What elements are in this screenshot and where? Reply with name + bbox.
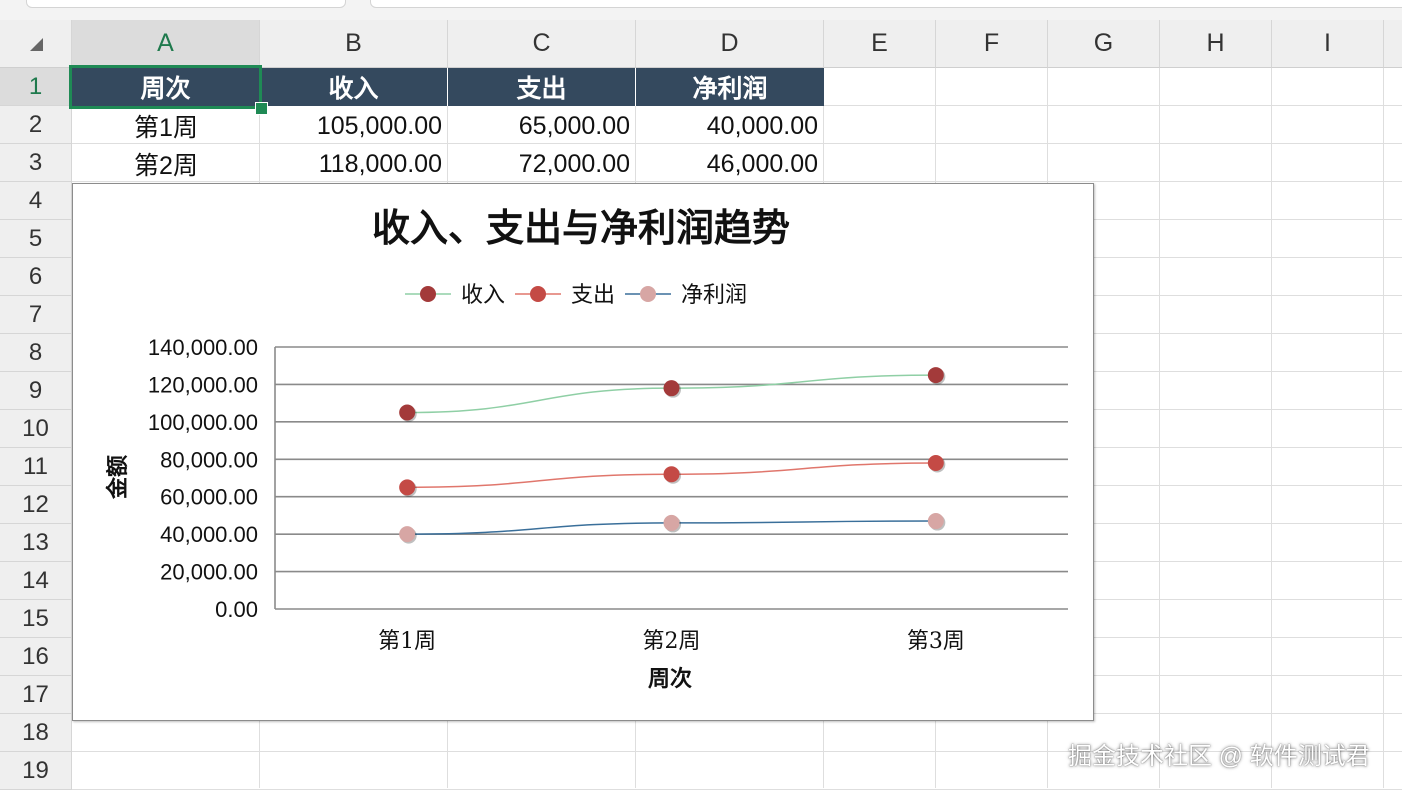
- data-point: [399, 526, 416, 543]
- data-point: [399, 479, 416, 496]
- row-header-16[interactable]: 16: [0, 638, 72, 676]
- column-header-f[interactable]: F: [936, 20, 1048, 68]
- row-header-12[interactable]: 12: [0, 486, 72, 524]
- active-cell-selection[interactable]: [69, 65, 262, 109]
- column-header-next[interactable]: [1384, 20, 1402, 68]
- select-all-icon: [30, 38, 43, 51]
- column-header-e[interactable]: E: [824, 20, 936, 68]
- legend-label: 净利润: [681, 283, 747, 308]
- x-tick-label: 第2周: [643, 629, 701, 654]
- y-axis-title: 金额: [105, 455, 131, 500]
- cell-b2[interactable]: 105,000.00: [260, 107, 448, 145]
- header-cell-net-profit[interactable]: 净利润: [636, 68, 824, 106]
- data-point: [927, 513, 944, 530]
- row-header-14[interactable]: 14: [0, 562, 72, 600]
- y-tick-label: 120,000.00: [148, 372, 258, 397]
- y-axis-ticks: 0.00 20,000.00 40,000.00 60,000.00 80,000.00…: [148, 335, 258, 622]
- grid-column-line: [1383, 68, 1384, 788]
- select-all-corner[interactable]: [0, 20, 72, 68]
- chart-title: 收入、支出与净利润趋势: [372, 205, 790, 250]
- legend-label: 收入: [461, 283, 505, 308]
- row-header-19[interactable]: 19: [0, 752, 72, 790]
- column-header-d[interactable]: D: [636, 20, 824, 68]
- formula-bar[interactable]: [370, 0, 1402, 8]
- legend-label: 支出: [571, 283, 615, 308]
- data-point: [663, 514, 680, 531]
- column-header-h[interactable]: H: [1160, 20, 1272, 68]
- cell-c2[interactable]: 65,000.00: [448, 107, 636, 145]
- row-header-6[interactable]: 6: [0, 258, 72, 296]
- column-header-a[interactable]: A: [72, 20, 260, 68]
- fill-handle[interactable]: [255, 102, 268, 115]
- chart-canvas: 收入、支出与净利润趋势 周次 金额 收入 支出 净利润 0.00 20,000.00 4…: [105, 205, 1068, 692]
- row-header-3[interactable]: 3: [0, 144, 72, 182]
- y-tick-label: 60,000.00: [160, 485, 258, 510]
- header-cell-income[interactable]: 收入: [260, 68, 448, 106]
- grid-column-line: [1159, 68, 1160, 788]
- data-point: [399, 404, 416, 421]
- x-tick-label: 第3周: [907, 629, 965, 654]
- cell-d2[interactable]: 40,000.00: [636, 107, 824, 145]
- x-tick-label: 第1周: [378, 629, 436, 654]
- x-axis-title: 周次: [648, 666, 692, 692]
- y-tick-label: 40,000.00: [160, 522, 258, 547]
- cell-c3[interactable]: 72,000.00: [448, 145, 636, 183]
- row-header-8[interactable]: 8: [0, 334, 72, 372]
- row-header-17[interactable]: 17: [0, 676, 72, 714]
- y-tick-label: 80,000.00: [160, 447, 258, 472]
- column-header-c[interactable]: C: [448, 20, 636, 68]
- y-tick-label: 100,000.00: [148, 410, 258, 435]
- data-point: [927, 455, 944, 472]
- row-header-18[interactable]: 18: [0, 714, 72, 752]
- row-header-10[interactable]: 10: [0, 410, 72, 448]
- row-header-4[interactable]: 4: [0, 182, 72, 220]
- cell-d3[interactable]: 46,000.00: [636, 145, 824, 183]
- watermark: 掘金技术社区 @ 软件测试君: [1068, 743, 1370, 770]
- row-header-2[interactable]: 2: [0, 106, 72, 144]
- toolbar-strip: [0, 0, 1402, 20]
- line-chart[interactable]: 收入、支出与净利润趋势 周次 金额 收入 支出 净利润 0.00 20,000.00 4…: [72, 183, 1094, 721]
- y-tick-label: 20,000.00: [160, 560, 258, 585]
- chart-series: [399, 367, 946, 544]
- data-point: [927, 367, 944, 384]
- row-header-11[interactable]: 11: [0, 448, 72, 486]
- row-header-7[interactable]: 7: [0, 296, 72, 334]
- x-axis-ticks: 第1周 第2周 第3周: [378, 629, 965, 654]
- row-header-13[interactable]: 13: [0, 524, 72, 562]
- row-header-15[interactable]: 15: [0, 600, 72, 638]
- column-header-b[interactable]: B: [260, 20, 448, 68]
- legend-marker: [640, 286, 656, 302]
- chart-legend[interactable]: 收入 支出 净利润: [405, 283, 747, 308]
- cell-a3[interactable]: 第2周: [72, 145, 260, 183]
- row-header-1[interactable]: 1: [0, 68, 72, 106]
- legend-marker: [420, 286, 436, 302]
- data-point: [663, 466, 680, 483]
- grid-column-line: [1271, 68, 1272, 788]
- cell-b3[interactable]: 118,000.00: [260, 145, 448, 183]
- column-header-g[interactable]: G: [1048, 20, 1160, 68]
- name-box[interactable]: [26, 0, 346, 8]
- cell-a2[interactable]: 第1周: [72, 107, 260, 145]
- row-header-9[interactable]: 9: [0, 372, 72, 410]
- y-tick-label: 140,000.00: [148, 335, 258, 360]
- row-header-5[interactable]: 5: [0, 220, 72, 258]
- data-point: [663, 380, 680, 397]
- y-tick-label: 0.00: [215, 597, 258, 622]
- header-cell-expense[interactable]: 支出: [448, 68, 636, 106]
- legend-marker: [530, 286, 546, 302]
- column-header-i[interactable]: I: [1272, 20, 1384, 68]
